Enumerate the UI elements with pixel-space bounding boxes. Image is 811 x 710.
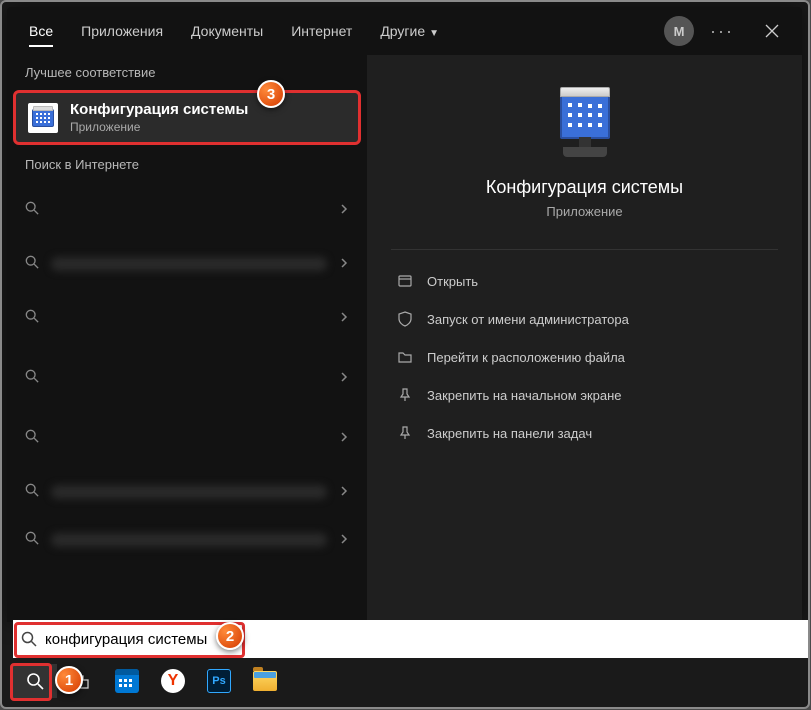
filter-tabs: Все Приложения Документы Интернет Другие… bbox=[7, 7, 802, 55]
search-icon bbox=[25, 369, 39, 388]
chevron-right-icon bbox=[339, 201, 349, 219]
search-icon bbox=[25, 429, 39, 448]
action-pin-taskbar[interactable]: Закрепить на панели задач bbox=[391, 414, 778, 452]
annotation-badge-2: 2 bbox=[216, 622, 244, 650]
section-best-match: Лучшее соответствие bbox=[7, 55, 367, 88]
detail-pane: Конфигурация системы Приложение Открыть … bbox=[367, 55, 802, 622]
annotation-badge-1: 1 bbox=[55, 666, 83, 694]
chevron-right-icon bbox=[339, 483, 349, 501]
web-result[interactable] bbox=[7, 288, 367, 348]
taskbar-yandex[interactable]: Y bbox=[151, 664, 195, 698]
pin-icon bbox=[397, 425, 413, 441]
tab-documents[interactable]: Документы bbox=[177, 9, 277, 53]
chevron-right-icon bbox=[339, 369, 349, 387]
monitor-stand-icon bbox=[555, 137, 615, 157]
action-open[interactable]: Открыть bbox=[391, 262, 778, 300]
taskbar-search-button[interactable] bbox=[13, 664, 57, 698]
taskbar-calendar[interactable] bbox=[105, 664, 149, 698]
action-label: Перейти к расположению файла bbox=[427, 350, 625, 365]
search-icon bbox=[25, 255, 39, 274]
msconfig-icon bbox=[28, 103, 58, 133]
results-content: Лучшее соответствие Конфигурация системы… bbox=[7, 55, 802, 622]
web-result[interactable] bbox=[7, 468, 367, 516]
tab-other[interactable]: Другие ▼ bbox=[366, 9, 453, 53]
results-list: Лучшее соответствие Конфигурация системы… bbox=[7, 55, 367, 622]
pin-icon bbox=[397, 387, 413, 403]
user-avatar[interactable]: M bbox=[664, 16, 694, 46]
search-input[interactable] bbox=[45, 631, 800, 648]
web-result[interactable] bbox=[7, 240, 367, 288]
close-button[interactable] bbox=[750, 11, 794, 51]
search-icon bbox=[25, 309, 39, 328]
shield-icon bbox=[397, 311, 413, 327]
chevron-right-icon bbox=[339, 531, 349, 549]
chevron-down-icon: ▼ bbox=[429, 28, 439, 39]
calendar-icon bbox=[115, 669, 139, 693]
taskbar-photoshop[interactable]: Ps bbox=[197, 664, 241, 698]
open-icon bbox=[397, 273, 413, 289]
chevron-right-icon bbox=[339, 255, 349, 273]
detail-app-icon bbox=[560, 95, 610, 139]
divider bbox=[391, 249, 778, 250]
best-match-subtitle: Приложение bbox=[70, 120, 248, 134]
file-explorer-icon bbox=[253, 671, 277, 691]
action-open-location[interactable]: Перейти к расположению файла bbox=[391, 338, 778, 376]
photoshop-icon: Ps bbox=[207, 669, 231, 693]
best-match-title: Конфигурация системы bbox=[70, 101, 248, 118]
tab-all[interactable]: Все bbox=[15, 9, 67, 53]
web-result[interactable] bbox=[7, 408, 367, 468]
action-pin-start[interactable]: Закрепить на начальном экране bbox=[391, 376, 778, 414]
annotation-badge-3: 3 bbox=[257, 80, 285, 108]
best-match-result[interactable]: Конфигурация системы Приложение bbox=[13, 90, 361, 145]
action-label: Закрепить на панели задач bbox=[427, 426, 592, 441]
detail-subtitle: Приложение bbox=[367, 204, 802, 219]
more-options-button[interactable]: ··· bbox=[702, 11, 742, 51]
action-label: Открыть bbox=[427, 274, 478, 289]
close-icon bbox=[765, 24, 779, 38]
action-run-as-admin[interactable]: Запуск от имени администратора bbox=[391, 300, 778, 338]
web-result[interactable] bbox=[7, 180, 367, 240]
search-panel: Все Приложения Документы Интернет Другие… bbox=[7, 7, 802, 622]
tab-internet[interactable]: Интернет bbox=[277, 9, 366, 53]
web-result[interactable] bbox=[7, 348, 367, 408]
window-frame: Все Приложения Документы Интернет Другие… bbox=[0, 0, 810, 709]
action-label: Запуск от имени администратора bbox=[427, 312, 629, 327]
tab-other-label: Другие bbox=[380, 23, 425, 39]
section-web-search: Поиск в Интернете bbox=[7, 147, 367, 180]
search-icon bbox=[26, 672, 44, 690]
yandex-icon: Y bbox=[161, 669, 185, 693]
tab-apps[interactable]: Приложения bbox=[67, 9, 177, 53]
web-result[interactable] bbox=[7, 516, 367, 564]
detail-title: Конфигурация системы bbox=[367, 177, 802, 198]
search-icon bbox=[25, 201, 39, 220]
folder-icon bbox=[397, 349, 413, 365]
action-label: Закрепить на начальном экране bbox=[427, 388, 622, 403]
taskbar: Y Ps bbox=[9, 661, 804, 701]
search-icon bbox=[25, 483, 39, 502]
taskbar-explorer[interactable] bbox=[243, 664, 287, 698]
chevron-right-icon bbox=[339, 429, 349, 447]
best-match-text: Конфигурация системы Приложение bbox=[70, 101, 248, 134]
search-icon bbox=[25, 531, 39, 550]
chevron-right-icon bbox=[339, 309, 349, 327]
detail-actions: Открыть Запуск от имени администратора П… bbox=[367, 262, 802, 452]
search-input-row bbox=[13, 620, 808, 658]
search-icon bbox=[21, 631, 37, 647]
